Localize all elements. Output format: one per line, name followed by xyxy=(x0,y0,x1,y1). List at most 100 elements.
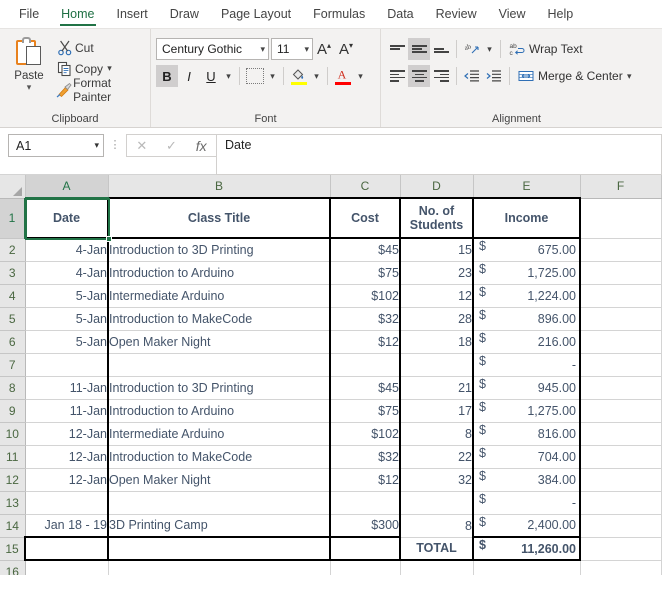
cell-b1-class-title-header[interactable]: Class Title xyxy=(107,197,331,239)
cell-f14[interactable] xyxy=(580,514,662,538)
cell-d14-students[interactable]: 8 xyxy=(399,514,474,538)
font-color-button[interactable]: A xyxy=(332,65,354,87)
cell-d13-students[interactable] xyxy=(399,491,474,515)
cell-d12-students[interactable]: 32 xyxy=(399,468,474,492)
font-size-input[interactable]: 11 ▾ xyxy=(271,38,313,60)
cell-b2-title[interactable]: Introduction to 3D Printing xyxy=(107,238,331,262)
cell-b6-title[interactable]: Open Maker Night xyxy=(107,330,331,354)
cell-a15[interactable] xyxy=(24,537,109,561)
orientation-dropdown-caret-icon[interactable]: ▾ xyxy=(483,44,496,55)
chevron-down-icon[interactable]: ▾ xyxy=(257,44,265,55)
cell-d15-total-label[interactable]: TOTAL xyxy=(399,537,474,561)
merge-center-button[interactable]: Merge & Center ▾ xyxy=(514,65,640,87)
cell-b5-title[interactable]: Introduction to MakeCode xyxy=(107,307,331,331)
column-header-f[interactable]: F xyxy=(580,175,662,199)
cell-c4-cost[interactable]: $102 xyxy=(329,284,401,308)
cell-c7-cost[interactable] xyxy=(329,353,401,377)
cell-a13-date[interactable] xyxy=(25,491,109,515)
paste-dropdown-caret-icon[interactable]: ▾ xyxy=(27,83,32,92)
spreadsheet-grid[interactable]: A B C D E F 1 Date Class Title Cost No. … xyxy=(0,175,662,575)
cell-b14-title[interactable]: 3D Printing Camp xyxy=(107,514,331,538)
row-header-5[interactable]: 5 xyxy=(0,307,26,331)
cell-d7-students[interactable] xyxy=(399,353,474,377)
cell-a11-date[interactable]: 12-Jan xyxy=(25,445,109,469)
cell-b3-title[interactable]: Introduction to Arduino xyxy=(107,261,331,285)
formula-input[interactable]: Date xyxy=(216,134,662,175)
cell-d8-students[interactable]: 21 xyxy=(399,376,474,400)
cell-a2-date[interactable]: 4-Jan xyxy=(25,238,109,262)
cell-d16[interactable] xyxy=(400,560,474,575)
cell-c10-cost[interactable]: $102 xyxy=(329,422,401,446)
chevron-down-icon[interactable]: ▾ xyxy=(94,140,99,151)
cell-a9-date[interactable]: 11-Jan xyxy=(25,399,109,423)
cell-e4-income[interactable]: $1,224.00 xyxy=(472,284,581,308)
cell-e2-income[interactable]: $675.00 xyxy=(472,238,581,262)
cell-e14-income[interactable]: $2,400.00 xyxy=(472,514,581,538)
row-header-3[interactable]: 3 xyxy=(0,261,26,285)
cell-f1[interactable] xyxy=(580,198,662,239)
shrink-font-button[interactable]: A▾ xyxy=(335,41,357,58)
cell-a8-date[interactable]: 11-Jan xyxy=(25,376,109,400)
cell-e12-income[interactable]: $384.00 xyxy=(472,468,581,492)
tab-file[interactable]: File xyxy=(8,0,50,28)
row-header-1[interactable]: 1 xyxy=(0,198,26,239)
cell-e11-income[interactable]: $704.00 xyxy=(472,445,581,469)
cell-b16[interactable] xyxy=(108,560,331,575)
cancel-icon[interactable]: ✕ xyxy=(136,138,147,154)
row-header-12[interactable]: 12 xyxy=(0,468,26,492)
tab-review[interactable]: Review xyxy=(425,0,488,28)
borders-button[interactable] xyxy=(244,65,266,87)
align-center-button[interactable] xyxy=(408,65,430,87)
cell-f6[interactable] xyxy=(580,330,662,354)
cell-c2-cost[interactable]: $45 xyxy=(329,238,401,262)
wrap-text-button[interactable]: ab c Wrap Text xyxy=(505,38,587,60)
cell-b10-title[interactable]: Intermediate Arduino xyxy=(107,422,331,446)
column-header-d[interactable]: D xyxy=(400,175,474,199)
row-header-9[interactable]: 9 xyxy=(0,399,26,423)
name-box[interactable]: A1 ▾ xyxy=(8,134,104,157)
select-all-corner[interactable] xyxy=(0,175,26,199)
grow-font-button[interactable]: A▴ xyxy=(313,41,335,58)
cell-a10-date[interactable]: 12-Jan xyxy=(25,422,109,446)
cell-c1-cost-header[interactable]: Cost xyxy=(329,197,401,239)
font-color-dropdown-caret-icon[interactable]: ▾ xyxy=(354,71,367,82)
paste-button[interactable]: Paste ▾ xyxy=(5,33,53,111)
align-left-button[interactable] xyxy=(386,65,408,87)
cell-a4-date[interactable]: 5-Jan xyxy=(25,284,109,308)
cell-f2[interactable] xyxy=(580,238,662,262)
row-header-15[interactable]: 15 xyxy=(0,537,26,561)
cell-b11-title[interactable]: Introduction to MakeCode xyxy=(107,445,331,469)
cell-e13-income[interactable]: $ - xyxy=(472,491,581,515)
cell-f9[interactable] xyxy=(580,399,662,423)
cell-c9-cost[interactable]: $75 xyxy=(329,399,401,423)
row-header-14[interactable]: 14 xyxy=(0,514,26,538)
borders-dropdown-caret-icon[interactable]: ▾ xyxy=(266,71,279,82)
cell-a5-date[interactable]: 5-Jan xyxy=(25,307,109,331)
insert-function-icon[interactable]: fx xyxy=(196,138,207,154)
merge-center-dropdown-caret-icon[interactable]: ▾ xyxy=(623,71,636,82)
tab-insert[interactable]: Insert xyxy=(106,0,159,28)
cell-c13-cost[interactable] xyxy=(329,491,401,515)
cell-c5-cost[interactable]: $32 xyxy=(329,307,401,331)
underline-dropdown-caret-icon[interactable]: ▾ xyxy=(222,71,235,82)
cell-f7[interactable] xyxy=(580,353,662,377)
italic-button[interactable]: I xyxy=(178,65,200,87)
cell-d10-students[interactable]: 8 xyxy=(399,422,474,446)
cell-c15[interactable] xyxy=(329,537,401,561)
cell-f16[interactable] xyxy=(580,560,662,575)
cell-d3-students[interactable]: 23 xyxy=(399,261,474,285)
cell-a14-date[interactable]: Jan 18 - 19 xyxy=(25,514,109,538)
cell-b4-title[interactable]: Intermediate Arduino xyxy=(107,284,331,308)
cell-d6-students[interactable]: 18 xyxy=(399,330,474,354)
cell-c11-cost[interactable]: $32 xyxy=(329,445,401,469)
cell-a7-date[interactable] xyxy=(25,353,109,377)
cell-f5[interactable] xyxy=(580,307,662,331)
column-header-a[interactable]: A xyxy=(25,175,109,199)
cell-e1-income-header[interactable]: Income xyxy=(472,197,581,239)
increase-indent-button[interactable] xyxy=(483,65,505,87)
cell-e5-income[interactable]: $896.00 xyxy=(472,307,581,331)
cell-f13[interactable] xyxy=(580,491,662,515)
cell-f12[interactable] xyxy=(580,468,662,492)
tab-view[interactable]: View xyxy=(488,0,537,28)
cell-a16[interactable] xyxy=(25,560,109,575)
